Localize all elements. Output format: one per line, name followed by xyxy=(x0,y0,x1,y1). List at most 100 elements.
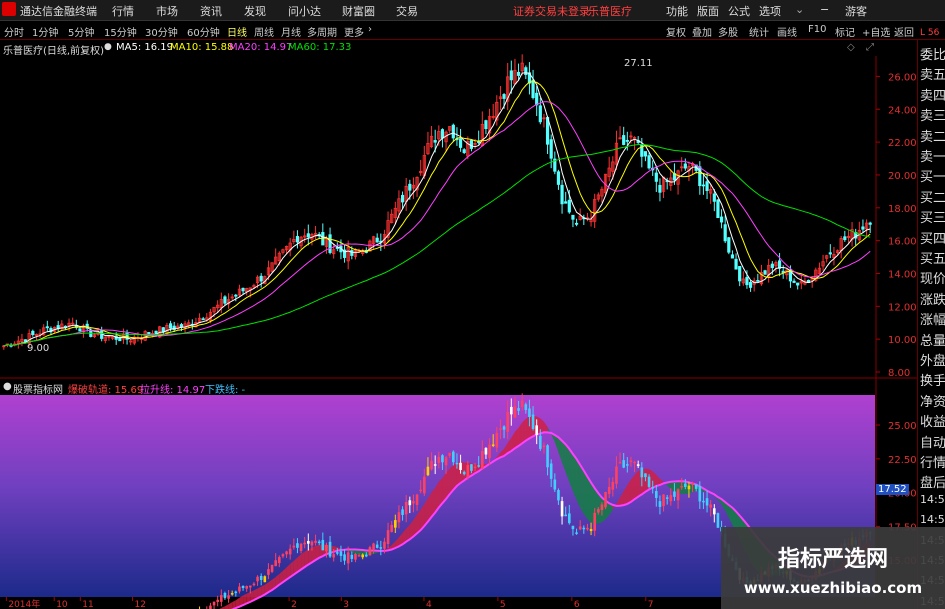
side-panel-label: 买一 xyxy=(920,170,945,186)
candle-body xyxy=(516,71,521,76)
candle-body xyxy=(567,199,571,213)
indicator-candle-body xyxy=(426,466,430,476)
candle-body xyxy=(792,280,796,283)
indicator-candle-body xyxy=(466,465,470,477)
indicator-candle-body xyxy=(691,483,694,485)
indicator-candle-body xyxy=(568,513,571,524)
indicator-candle-body xyxy=(448,452,451,456)
side-panel-label: 买四 xyxy=(920,231,945,247)
indicator-candle-body xyxy=(390,524,393,532)
candle-body xyxy=(375,237,379,243)
indicator-candle-body xyxy=(709,504,712,508)
current-price-tag: 17.52 xyxy=(876,484,909,495)
side-panel-label: 卖二 xyxy=(920,129,945,145)
indicator-candle-body xyxy=(441,455,444,463)
candle-body xyxy=(868,222,872,225)
x-axis-label: 4 xyxy=(426,600,432,609)
indicator-band xyxy=(228,602,233,609)
indicator-band xyxy=(583,470,588,520)
indicator-candle-body xyxy=(651,487,654,489)
candle-body xyxy=(723,224,727,242)
indicator-candle-body xyxy=(223,592,227,599)
indicator-candle-body xyxy=(256,576,259,582)
x-axis-label: 3 xyxy=(343,600,349,609)
indicator-candle-body xyxy=(604,492,607,508)
main-axis-label: 8.00 xyxy=(888,368,910,379)
indicator-candle-body xyxy=(433,464,437,466)
indicator-title: 股票指标网 xyxy=(13,385,63,396)
indicator-candle-body xyxy=(357,555,361,557)
indicator-candle-body xyxy=(669,495,673,502)
candle-body xyxy=(161,327,165,333)
main-axis-label: 14.00 xyxy=(888,269,917,280)
indicator-candle-body xyxy=(680,485,683,488)
indicator-candle-body xyxy=(303,542,306,545)
candle-body xyxy=(440,129,445,139)
indicator-band xyxy=(224,604,229,609)
side-panel-label: 买五 xyxy=(920,252,945,267)
side-panel-label: 现价 xyxy=(920,272,945,288)
candle-body xyxy=(45,326,49,329)
indicator-candle-body xyxy=(361,554,364,558)
candle-body xyxy=(574,222,579,225)
indicator-candle-body xyxy=(644,473,647,478)
indicator-candle-body xyxy=(549,463,553,479)
main-axis-label: 24.00 xyxy=(888,105,917,116)
side-panel-label: 卖三 xyxy=(920,109,945,125)
side-panel-label: 涨跌 xyxy=(920,292,945,308)
indicator-candle-body xyxy=(216,599,219,602)
candle-body xyxy=(763,270,767,275)
indicator-candle-body xyxy=(281,554,285,557)
indicator-candle-body xyxy=(346,552,350,564)
indicator-candle-body xyxy=(354,553,357,560)
indicator-candle-body xyxy=(423,476,426,494)
indicator-candle-body xyxy=(292,545,296,548)
main-axis-label: 10.00 xyxy=(888,335,917,346)
settings-circle-icon[interactable]: ● xyxy=(3,381,12,392)
indicator-candle-body xyxy=(336,552,339,554)
x-axis-label: 5 xyxy=(500,600,506,609)
price-chart[interactable]: 26.00 24.00 22.00 20.00 18.00 16.00 14.00 12.00… xyxy=(0,0,945,609)
candle-body xyxy=(259,275,263,282)
indicator-candle-body xyxy=(517,408,520,411)
indicator-candle-body xyxy=(270,564,274,572)
main-axis-label: 26.00 xyxy=(888,72,917,83)
indicator-candle-body xyxy=(317,541,321,544)
indicator-candle-body xyxy=(350,554,354,559)
indicator-candle-body xyxy=(542,445,546,448)
candle-body xyxy=(701,184,706,187)
indicator-candle-body xyxy=(593,512,596,531)
indicator-candle-body xyxy=(288,548,292,555)
indicator-candle-body xyxy=(437,456,441,463)
side-panel-label: 委比 xyxy=(920,48,945,63)
indicator-candle-body xyxy=(241,585,245,589)
indicator-candle-body xyxy=(575,532,578,534)
indicator-candle-body xyxy=(383,541,386,549)
indicator-candle-body xyxy=(535,425,538,435)
candle-body xyxy=(223,296,227,304)
candle-body xyxy=(861,226,865,230)
indicator-candle-body xyxy=(227,595,230,599)
indicator-candle-body xyxy=(553,479,557,490)
side-panel-label: 14:50 xyxy=(920,513,945,527)
indicator-candle-body xyxy=(249,585,252,588)
indicator-candle-body xyxy=(520,400,524,407)
indicator-candle-body xyxy=(252,583,256,586)
indicator-candle-body xyxy=(379,547,383,549)
indicator-candle-body xyxy=(238,586,241,592)
candle-body xyxy=(843,236,847,241)
candle-body xyxy=(647,155,651,169)
candle-body xyxy=(564,201,568,204)
side-panel-label: 涨幅 xyxy=(920,313,945,329)
indicator-candle-body xyxy=(386,530,390,545)
candle-body xyxy=(727,237,731,253)
candle-body xyxy=(622,135,626,145)
side-panel-label: 买二 xyxy=(920,190,945,206)
indicator-candle-body xyxy=(633,461,636,464)
indicator-candle-body xyxy=(394,520,397,528)
indicator-candle-body xyxy=(245,586,248,589)
indicator-candle-body xyxy=(285,551,288,555)
indicator-band xyxy=(576,459,581,508)
indicator-candle-body xyxy=(343,554,346,561)
low-price-annotation: 9.00 xyxy=(27,343,50,354)
